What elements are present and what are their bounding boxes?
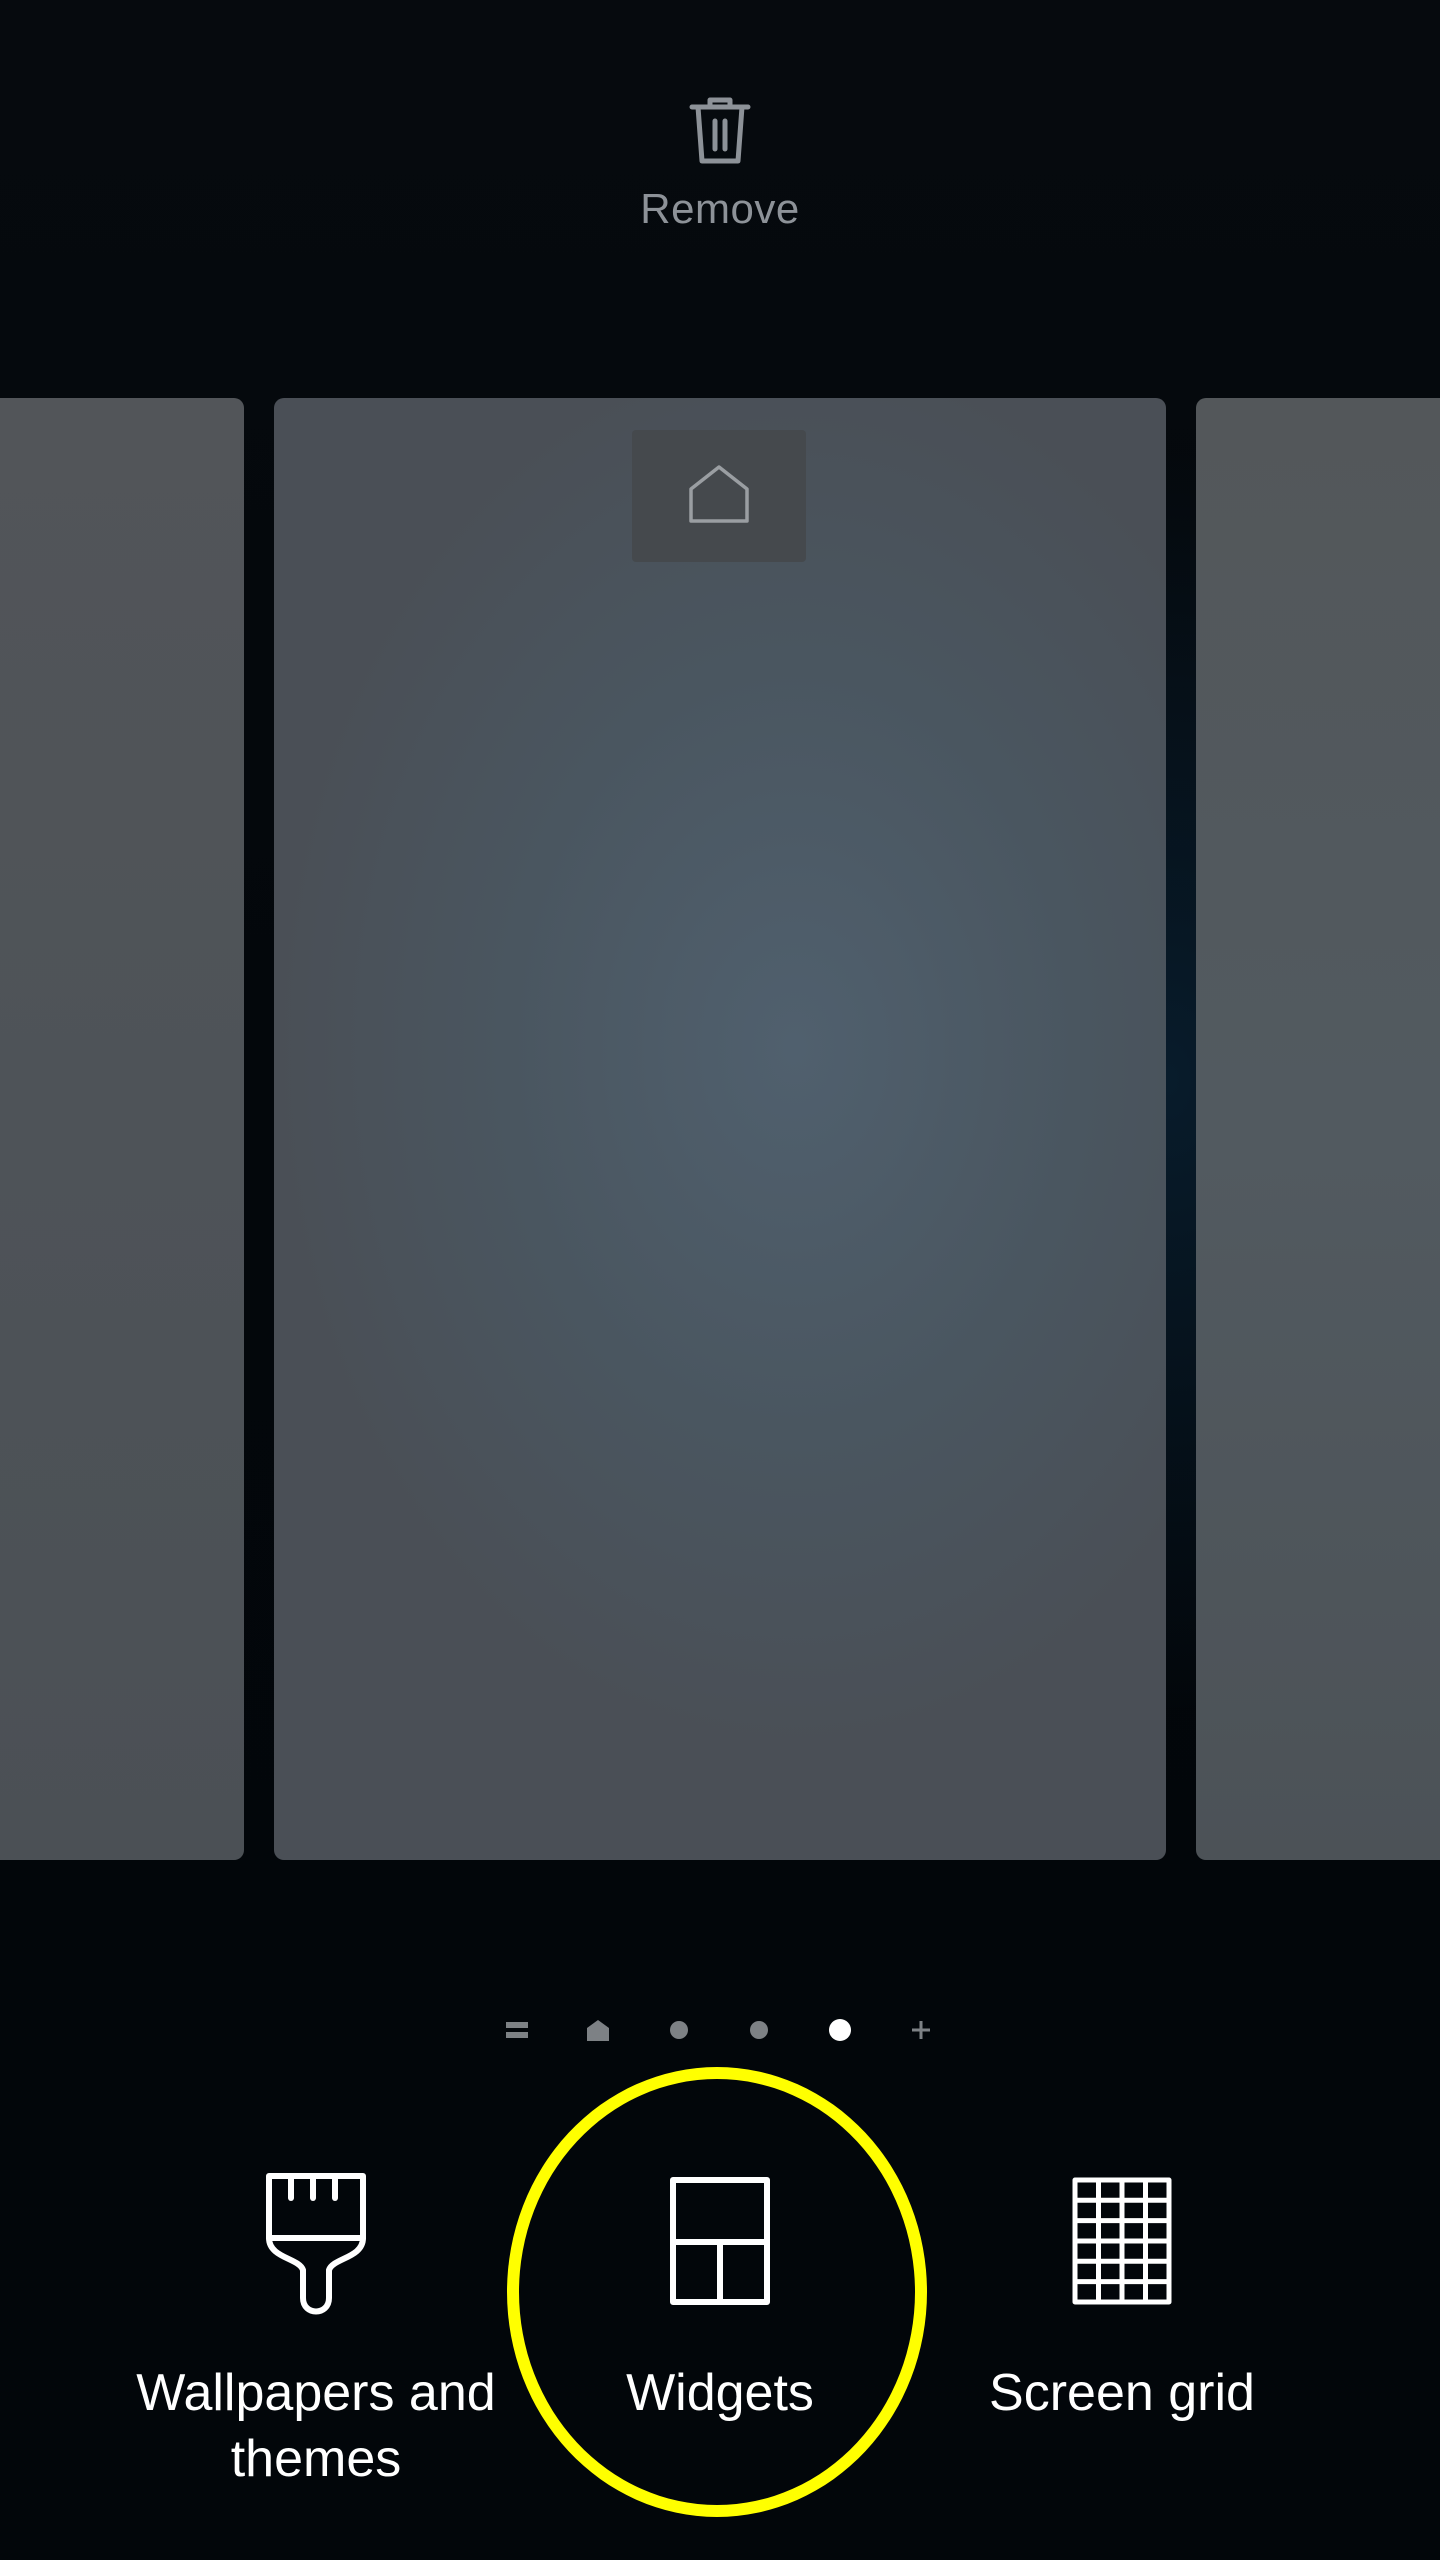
page-dot-active[interactable]: [820, 2010, 860, 2050]
page-dot[interactable]: [739, 2010, 779, 2050]
wallpapers-label-line1: Wallpapers and: [136, 2364, 496, 2422]
home-edit-screen: Remove Wallpapers and themes Widgets Scr…: [0, 0, 1440, 2560]
home-page-previous[interactable]: [0, 398, 244, 1860]
home-page-current[interactable]: [274, 398, 1166, 1860]
home-outline-icon: [687, 463, 751, 530]
home-indicator-icon[interactable]: [578, 2010, 618, 2050]
add-page-icon[interactable]: [901, 2010, 941, 2050]
remove-drop-zone[interactable]: Remove: [570, 95, 870, 255]
screen-grid-label: Screen grid: [989, 2364, 1255, 2422]
page-dot[interactable]: [659, 2010, 699, 2050]
remove-label: Remove: [640, 185, 800, 232]
screen-grid-button[interactable]: Screen grid: [912, 2170, 1332, 2426]
page-indicator: [0, 2010, 1440, 2050]
widgets-label: Widgets: [626, 2364, 814, 2422]
paintbrush-icon: [106, 2170, 526, 2320]
widgets-button[interactable]: Widgets: [510, 2170, 930, 2426]
apps-list-icon[interactable]: [497, 2010, 537, 2050]
grid-icon: [912, 2170, 1332, 2320]
home-page-next[interactable]: [1196, 398, 1440, 1860]
widgets-icon: [510, 2170, 930, 2320]
trash-icon: [570, 95, 870, 167]
set-home-page-button[interactable]: [632, 430, 806, 562]
wallpapers-label-line2: themes: [230, 2430, 402, 2488]
wallpapers-and-themes-button[interactable]: Wallpapers and themes: [106, 2170, 526, 2492]
